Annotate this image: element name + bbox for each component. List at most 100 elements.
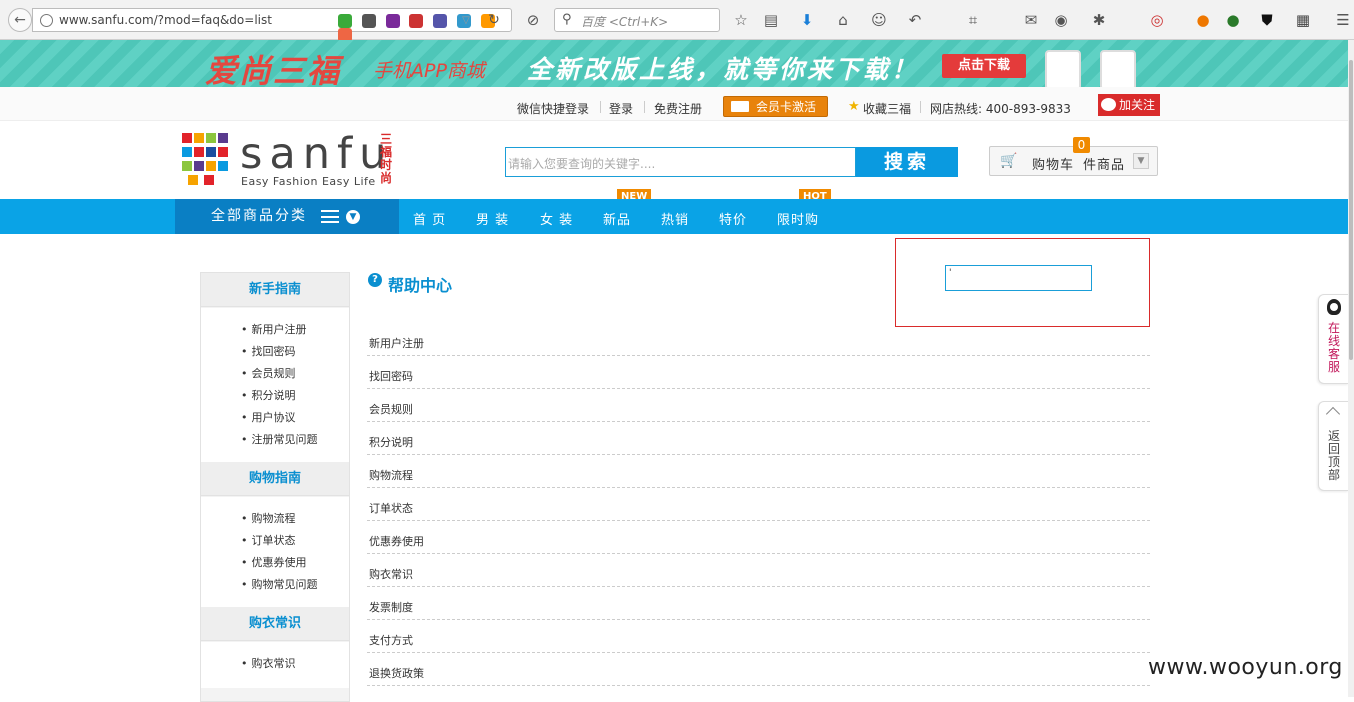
w-shield-icon[interactable]: ⛊	[1258, 11, 1276, 29]
undo-icon[interactable]: ↶	[906, 11, 924, 29]
online-service-tab[interactable]: 在线客服	[1318, 294, 1349, 384]
vip-activate-label: 会员卡激活	[756, 100, 817, 114]
sidebar-link[interactable]: 购衣常识	[241, 655, 296, 671]
all-categories-button[interactable]: 全部商品分类 ▼	[175, 199, 399, 234]
favorite-link[interactable]: 收藏三福	[863, 100, 911, 117]
address-bar[interactable]: www.sanfu.com/?mod=faq&do=list ▽ ↻	[32, 8, 512, 42]
separator	[600, 101, 601, 113]
page-scrollbar[interactable]	[1348, 40, 1354, 697]
plugin-icon[interactable]	[409, 14, 424, 28]
sidebar-link[interactable]: 新用户注册	[241, 321, 307, 337]
globe-icon	[40, 14, 53, 27]
sidebar-link[interactable]: 购物流程	[241, 510, 296, 526]
faq-link[interactable]: 购衣常识	[369, 566, 413, 582]
scrollbar-thumb[interactable]	[1349, 60, 1353, 360]
app-download-banner[interactable]: 爱尚三福 手机APP商城 全新改版上线，就等你来下载！ 点击下载	[0, 40, 1348, 87]
faq-row: 支付方式	[367, 620, 1150, 653]
back-to-top-label: 返回顶部	[1328, 429, 1341, 482]
bug-icon[interactable]: ✱	[1090, 11, 1108, 29]
search-button[interactable]: 搜索	[856, 147, 958, 177]
download-icon[interactable]: ⬇	[798, 11, 816, 29]
login-link[interactable]: 登录	[609, 100, 633, 117]
qrcode-icon[interactable]	[361, 14, 376, 28]
reading-list-icon[interactable]: ▤	[762, 11, 780, 29]
crop-icon[interactable]: ⌗	[964, 11, 982, 29]
grid-icon[interactable]: ▦	[1294, 11, 1312, 29]
list-icon	[321, 210, 339, 223]
sidebar-link[interactable]: 订单状态	[241, 532, 296, 548]
sidebar-link[interactable]: 会员规则	[241, 365, 296, 381]
dropdown-icon[interactable]: ▽	[457, 12, 475, 30]
vip-activate-button[interactable]: 会员卡激活	[723, 96, 828, 117]
logo-chinese: 三福时尚	[380, 132, 393, 185]
block-icon[interactable]: ⊘	[524, 11, 542, 29]
faq-row: 优惠券使用	[367, 521, 1150, 554]
cart-suffix: 件商品	[1083, 158, 1126, 173]
chevron-up-icon	[1325, 406, 1341, 422]
nav-item-new[interactable]: 新品	[603, 209, 631, 228]
phone-image	[1045, 50, 1081, 87]
hotline-text: 网店热线: 400-893-9833	[930, 102, 1071, 116]
reload-icon[interactable]: ↻	[485, 11, 503, 29]
sidebar-link[interactable]: 用户协议	[241, 409, 296, 425]
faq-link[interactable]: 退换货政策	[369, 665, 424, 681]
url-text[interactable]: www.sanfu.com/?mod=faq&do=list	[59, 13, 272, 27]
faq-link[interactable]: 新用户注册	[369, 335, 424, 351]
sidebar-section: 购衣常识	[201, 642, 349, 688]
home-icon[interactable]: ⌂	[834, 11, 852, 29]
cart-label: 购物车	[1032, 158, 1075, 173]
nav-item-sale[interactable]: 特价	[719, 209, 747, 228]
faq-row: 订单状态	[367, 488, 1150, 521]
nav-item-flash[interactable]: 限时购	[777, 209, 819, 228]
nav-item-hot[interactable]: 热销	[661, 209, 689, 228]
weibo-follow-button[interactable]: 加关注	[1098, 94, 1160, 116]
weibo-follow-label: 加关注	[1119, 98, 1156, 112]
nav-item-women[interactable]: 女 装	[540, 209, 573, 228]
faq-link[interactable]: 积分说明	[369, 434, 413, 450]
back-to-top-tab[interactable]: 返回顶部	[1318, 401, 1349, 491]
faq-link[interactable]: 购物流程	[369, 467, 413, 483]
register-link[interactable]: 免费注册	[654, 100, 702, 117]
site-search-input[interactable]: 请输入您要查询的关键字....	[505, 147, 856, 177]
faq-link[interactable]: 会员规则	[369, 401, 413, 417]
feather-icon[interactable]	[385, 14, 400, 28]
back-icon[interactable]: ←	[8, 8, 32, 32]
injected-text-input[interactable]: '	[945, 265, 1092, 291]
chevron-down-icon[interactable]: ▼	[1133, 153, 1149, 169]
faq-link[interactable]: 找回密码	[369, 368, 413, 384]
faq-link[interactable]: 订单状态	[369, 500, 413, 516]
nav-item-men[interactable]: 男 装	[476, 209, 509, 228]
help-icon: ?	[368, 273, 382, 287]
sidebar-section: 购物流程 订单状态 优惠券使用 购物常见问题	[201, 497, 349, 607]
chat-icon[interactable]: ☺	[870, 11, 888, 29]
browser-search-bar[interactable]: ⚲ 百度 <Ctrl+K>	[554, 8, 720, 32]
separator	[644, 101, 645, 113]
fox-icon[interactable]: ●	[1194, 11, 1212, 29]
menu-icon[interactable]: ☰	[1334, 11, 1352, 29]
faq-row: 购物流程	[367, 455, 1150, 488]
help-sidebar: 新手指南 新用户注册 找回密码 会员规则 积分说明 用户协议 注册常见问题 购物…	[200, 272, 350, 702]
target-icon[interactable]: ◎	[1148, 11, 1166, 29]
globe-addon-icon[interactable]: ◉	[1052, 11, 1070, 29]
nav-item-home[interactable]: 首 页	[413, 209, 446, 228]
browser-search-placeholder: 百度 <Ctrl+K>	[581, 15, 669, 29]
sidebar-link[interactable]: 注册常见问题	[241, 431, 318, 447]
sidebar-section-title: 购物指南	[201, 462, 349, 496]
shield-icon[interactable]	[338, 14, 352, 28]
php-icon[interactable]	[433, 14, 448, 28]
faq-link[interactable]: 发票制度	[369, 599, 413, 615]
sidebar-link[interactable]: 积分说明	[241, 387, 296, 403]
sidebar-link[interactable]: 找回密码	[241, 343, 296, 359]
sidebar-link[interactable]: 购物常见问题	[241, 576, 318, 592]
faq-link[interactable]: 支付方式	[369, 632, 413, 648]
faq-link[interactable]: 优惠券使用	[369, 533, 424, 549]
banner-download-button[interactable]: 点击下载	[942, 54, 1026, 78]
banner-brand: 爱尚三福	[205, 52, 342, 87]
comment-icon[interactable]: ✉	[1022, 11, 1040, 29]
star-bookmark-icon[interactable]: ☆	[732, 11, 750, 29]
sidebar-link[interactable]: 优惠券使用	[241, 554, 307, 570]
faq-row: 找回密码	[367, 356, 1150, 389]
wechat-login-link[interactable]: 微信快捷登录	[517, 100, 589, 117]
green-shield-icon[interactable]: ●	[1224, 11, 1242, 29]
site-logo[interactable]: sanfu Easy Fashion Easy Life 三福时尚	[182, 129, 397, 189]
